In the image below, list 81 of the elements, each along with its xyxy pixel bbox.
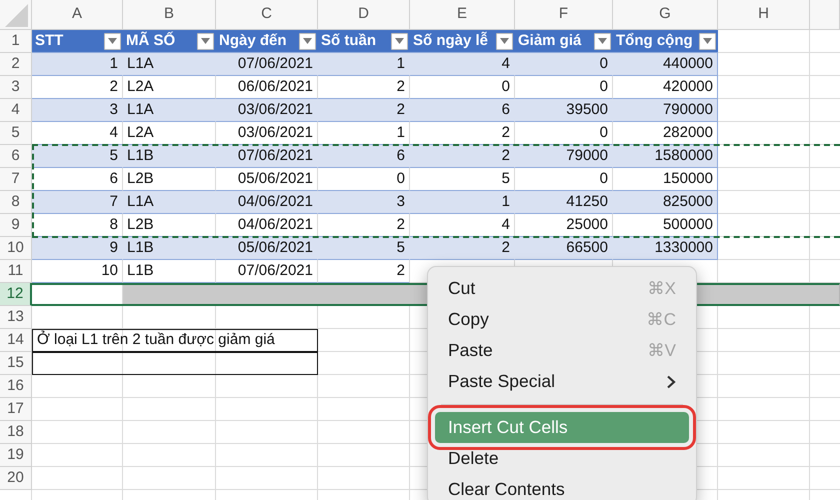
column-header[interactable]: H [718,0,810,30]
row-header[interactable]: 17 [0,398,32,421]
table-cell: 05/06/2021 [216,237,318,260]
menu-item[interactable]: Clear Contents [435,474,689,500]
table-cell: 2 [410,145,515,168]
row-header[interactable]: 2 [0,53,32,76]
column-header[interactable]: F [515,0,613,30]
table-cell: 9 [32,237,123,260]
column-header[interactable]: E [410,0,515,30]
table-cell: 2 [410,237,515,260]
table-cell: 6 [410,99,515,122]
table-cell: 1 [410,191,515,214]
column-title: Giảm giá [518,30,582,51]
table-cell: 825000 [613,191,718,214]
row-header[interactable]: 9 [0,214,32,237]
table-cell: 440000 [613,53,718,76]
row-header[interactable]: 15 [0,352,32,375]
table-cell: L1B [123,237,216,260]
menu-item[interactable]: Paste Special [435,366,689,397]
menu-item[interactable]: Copy ⌘C [435,304,689,335]
table-cell: 7 [32,191,123,214]
column-header[interactable]: A [32,0,123,30]
row-header[interactable]: 11 [0,260,32,283]
table-cell: 1 [32,53,123,76]
row-header[interactable]: 19 [0,444,32,467]
row-header[interactable]: 12 [0,283,32,306]
table-cell: 79000 [515,145,613,168]
row-header[interactable]: 4 [0,99,32,122]
table-cell: 04/06/2021 [216,191,318,214]
table-cell: L1A [123,191,216,214]
row-header[interactable]: 8 [0,191,32,214]
row-header[interactable]: 1 [0,30,32,53]
column-title: Số ngày lễ [413,30,488,51]
row-header[interactable]: 10 [0,237,32,260]
table-cell: 39500 [515,99,613,122]
table-cell: 1 [318,53,410,76]
table-cell: 6 [318,145,410,168]
table-cell: 1580000 [613,145,718,168]
column-header[interactable]: G [613,0,718,30]
column-header[interactable]: D [318,0,410,30]
column-title: Tổng cộng [616,30,693,51]
row-header[interactable]: 16 [0,375,32,398]
column-title: Số tuần [321,30,376,51]
table-cell: 5 [318,237,410,260]
table-cell: 0 [515,53,613,76]
table-cell: 07/06/2021 [216,53,318,76]
table-cell: 5 [32,145,123,168]
table-cell: 790000 [613,99,718,122]
row-header[interactable]: 3 [0,76,32,99]
table-cell: 10 [32,260,123,283]
column-title: Ngày đến [219,30,287,51]
table-cell: L1A [123,99,216,122]
table-cell: Ở loại L1 trên 2 tuần được giảm giá [32,329,318,352]
table-cell: 03/06/2021 [216,99,318,122]
shortcut-label: ⌘C [646,308,676,331]
column-header[interactable]: B [123,0,216,30]
menu-item[interactable]: Delete [435,443,689,474]
table-cell: 66500 [515,237,613,260]
column-title: MÃ SỐ [126,30,176,51]
menu-item[interactable]: Paste ⌘V [435,335,689,366]
shortcut-label: ⌘X [648,278,676,300]
table-cell: 4 [410,53,515,76]
shortcut-label: ⌘V [648,340,676,362]
table-cell: 2 [318,99,410,122]
row-header[interactable]: 5 [0,122,32,145]
menu-item[interactable]: Cut ⌘X [435,273,689,304]
row-header[interactable]: 7 [0,168,32,191]
row-header[interactable]: 13 [0,306,32,329]
table-cell: L1A [123,53,216,76]
column-header[interactable]: C [216,0,318,30]
column-title: STT [35,30,64,51]
table-cell: 07/06/2021 [216,145,318,168]
table-cell: L1B [123,145,216,168]
table-cell: 3 [32,99,123,122]
row-header[interactable]: 6 [0,145,32,168]
table-cell: 41250 [515,191,613,214]
table-cell: 3 [318,191,410,214]
row-header[interactable]: 14 [0,329,32,352]
row-header[interactable]: 18 [0,421,32,444]
row-header[interactable]: 20 [0,467,32,490]
table-cell: 1330000 [613,237,718,260]
